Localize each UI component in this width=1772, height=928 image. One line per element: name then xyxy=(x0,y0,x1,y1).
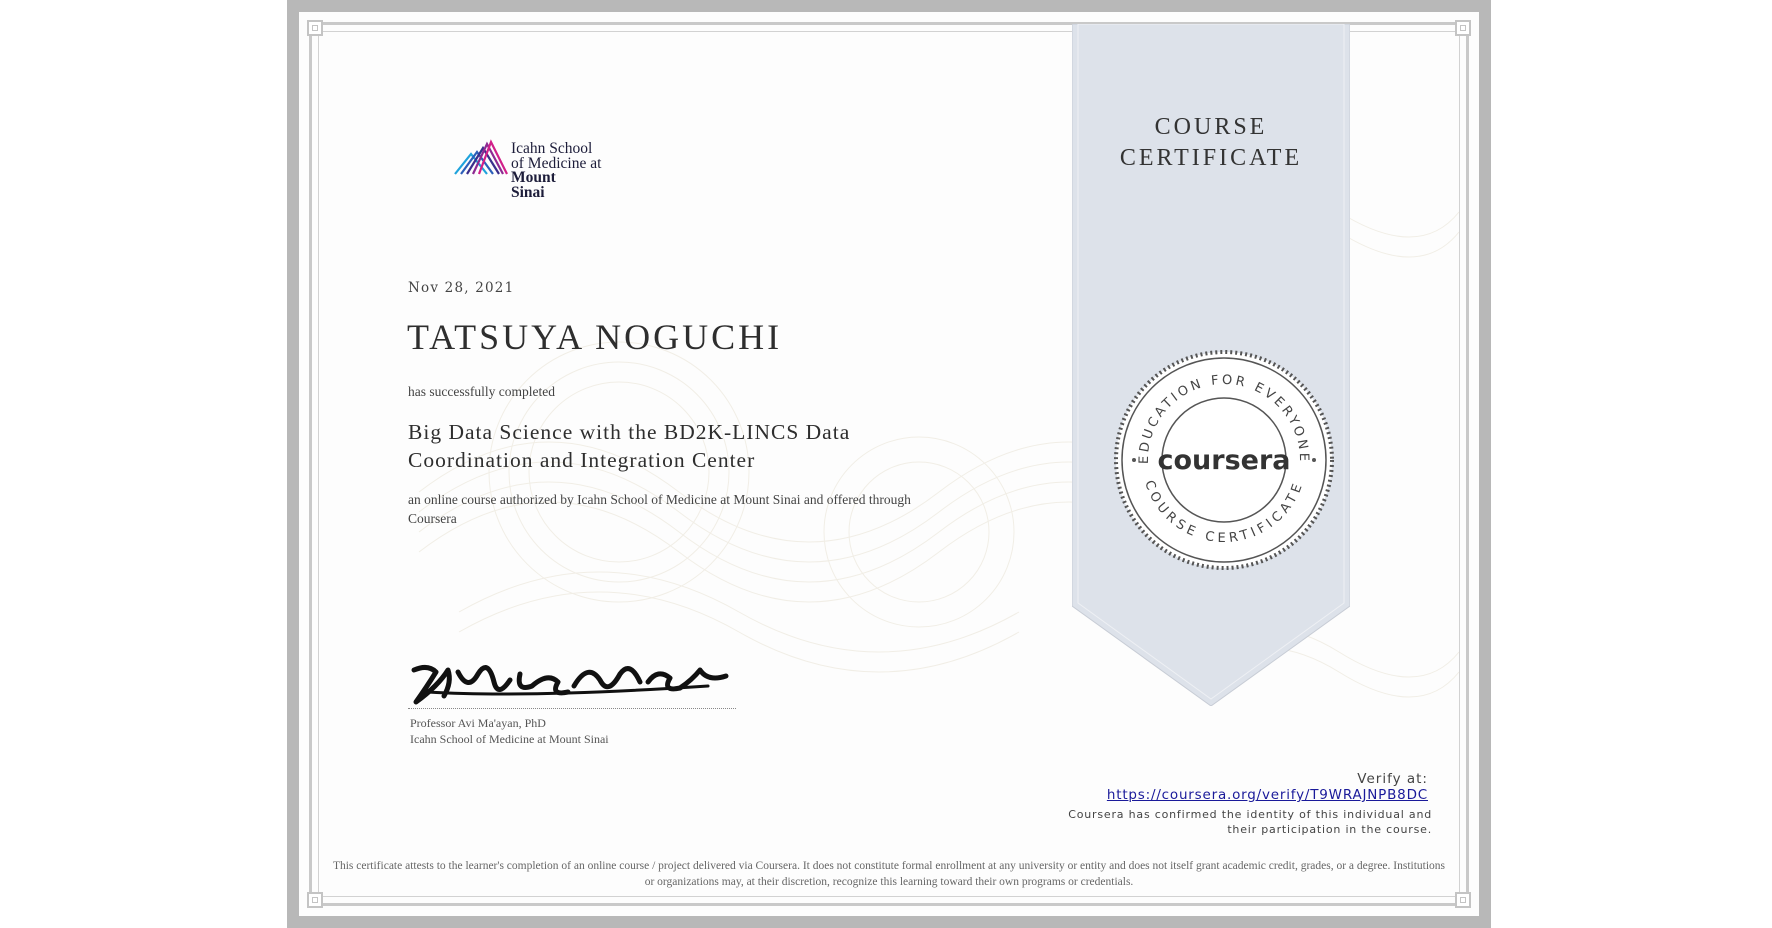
verify-link[interactable]: https://coursera.org/verify/T9WRAJNPB8DC xyxy=(1107,787,1428,803)
logo-line-4: Sinai xyxy=(511,183,545,201)
signature-line xyxy=(408,708,736,709)
authorized-text: an online course authorized by Icahn Sch… xyxy=(408,492,911,526)
completion-date: Nov 28, 2021 xyxy=(408,280,515,296)
verify-block: Verify at: https://coursera.org/verify/T… xyxy=(1107,768,1428,803)
coursera-seal: EDUCATION FOR EVERYONE COURSE CERTIFICAT… xyxy=(1114,350,1334,570)
verify-label: Verify at: xyxy=(1357,771,1428,787)
corner-ornament xyxy=(307,20,323,36)
signer-affiliation: Icahn School of Medicine at Mount Sinai xyxy=(410,732,609,746)
completed-text: has successfully completed xyxy=(408,384,555,399)
corner-ornament xyxy=(1455,20,1471,36)
corner-ornament xyxy=(307,892,323,908)
institution-logo-text: Icahn School of Medicine at Mount Sinai xyxy=(511,141,601,201)
ribbon-line-1: COURSE xyxy=(1154,114,1268,140)
ribbon-title: COURSE CERTIFICATE xyxy=(1072,112,1350,174)
verify-note: Coursera has confirmed the identity of t… xyxy=(1068,808,1432,836)
signer-name: Professor Avi Ma'ayan, PhD xyxy=(410,716,546,730)
institution-logo: Icahn School of Medicine at Mount Sinai xyxy=(453,134,623,206)
corner-ornament xyxy=(1455,892,1471,908)
recipient-name: TATSUYA NOGUCHI xyxy=(407,317,783,357)
mount-sinai-mark-icon xyxy=(454,139,508,175)
seal-brand: coursera xyxy=(1157,445,1290,476)
handwritten-signature xyxy=(411,664,729,705)
disclaimer-text: This certificate attests to the learner'… xyxy=(332,860,1446,888)
course-title: Big Data Science with the BD2K-LINCS Dat… xyxy=(408,420,851,472)
signer-block: Professor Avi Ma'ayan, PhD Icahn School … xyxy=(410,715,609,747)
ribbon-line-2: CERTIFICATE xyxy=(1119,145,1303,171)
